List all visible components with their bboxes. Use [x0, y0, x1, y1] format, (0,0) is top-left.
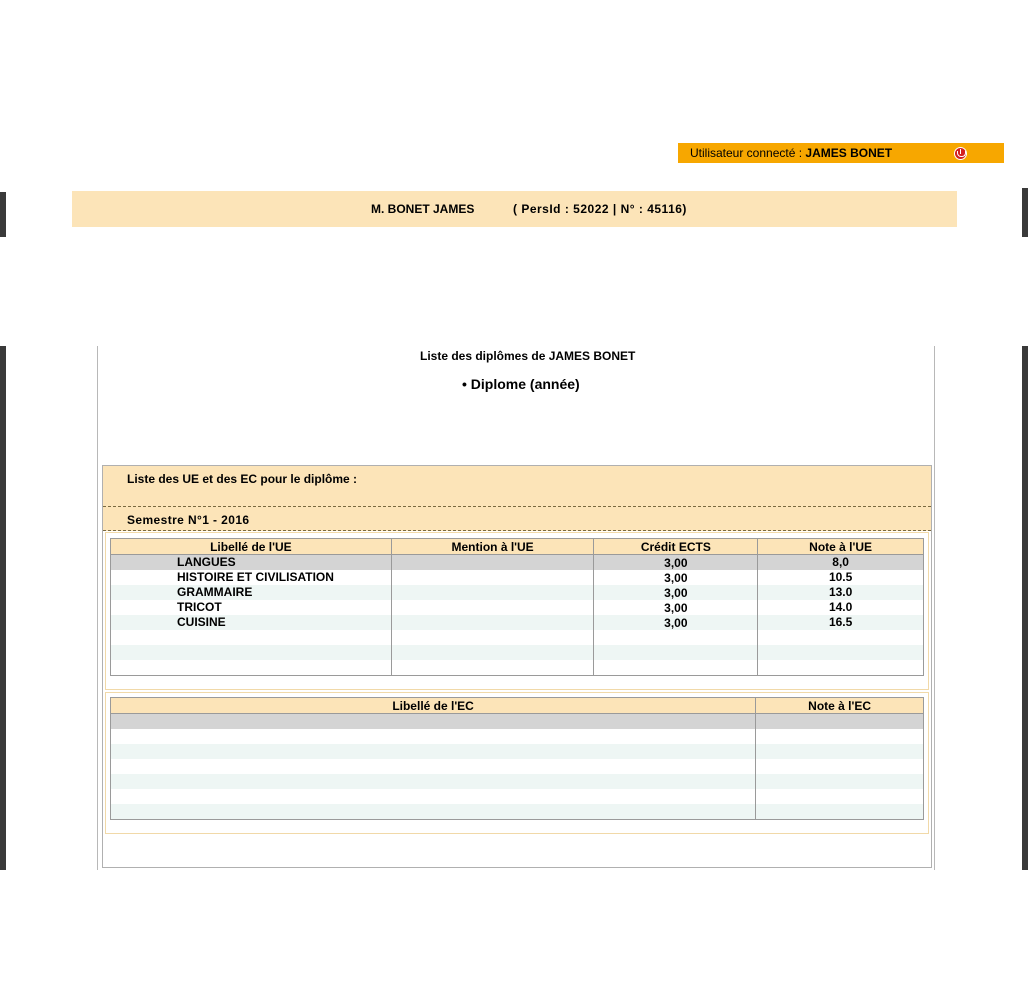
ue-note	[757, 630, 924, 645]
person-header: M. BONET JAMES ( PersId : 52022 | N° : 4…	[72, 191, 957, 227]
connected-user-name: JAMES BONET	[805, 146, 893, 160]
person-name: M. BONET JAMES	[371, 202, 475, 216]
table-row[interactable]	[110, 660, 924, 676]
table-row[interactable]	[109, 774, 924, 789]
table-row[interactable]	[109, 759, 924, 774]
table-row[interactable]	[109, 729, 924, 744]
ue-credit: 3,00	[593, 600, 759, 615]
page-title-prefix: Liste des diplômes de	[420, 349, 549, 363]
table-row[interactable]: CUISINE 3,00 16.5	[110, 615, 924, 630]
table-row[interactable]: LANGUES 3,00 8,0	[110, 554, 924, 570]
ue-note: 10.5	[757, 570, 924, 585]
section-header: Liste des UE et des EC pour le diplôme :	[103, 466, 931, 506]
ec-note	[755, 804, 924, 820]
ec-note	[755, 729, 924, 744]
connected-user-label: Utilisateur connecté :	[690, 146, 806, 160]
table-row[interactable]	[110, 645, 924, 660]
table-row[interactable]: HISTOIRE ET CIVILISATION 3,00 10.5	[110, 570, 924, 585]
ue-mention	[390, 585, 595, 600]
connected-user-text: Utilisateur connecté : JAMES BONET	[690, 143, 892, 163]
connected-user-bar: Utilisateur connecté : JAMES BONET	[678, 143, 1004, 163]
ec-note	[755, 789, 924, 804]
person-ids: ( PersId : 52022 | N° : 45116)	[513, 202, 687, 216]
page-title: Liste des diplômes de JAMES BONET	[420, 349, 635, 363]
ue-note: 8,0	[757, 554, 924, 570]
diploma-link[interactable]: • Diplome (année)	[462, 376, 580, 392]
ec-label	[109, 744, 757, 759]
ue-label: TRICOT	[110, 600, 392, 615]
ec-table: Libellé de l'EC Note à l'EC	[109, 697, 924, 820]
ue-label: LANGUES	[110, 554, 392, 570]
ec-col-note[interactable]: Note à l'EC	[755, 697, 924, 714]
ec-label	[109, 713, 757, 729]
ue-label	[110, 660, 392, 676]
ue-mention	[390, 660, 595, 676]
right-edge-bar	[1022, 346, 1028, 870]
ec-note	[755, 744, 924, 759]
table-row[interactable]	[109, 744, 924, 759]
table-row[interactable]: TRICOT 3,00 14.0	[110, 600, 924, 615]
ec-label	[109, 774, 757, 789]
table-row[interactable]: GRAMMAIRE 3,00 13.0	[110, 585, 924, 600]
table-row[interactable]	[109, 804, 924, 820]
ue-label: HISTOIRE ET CIVILISATION	[110, 570, 392, 585]
ue-mention	[390, 554, 595, 570]
left-edge-bar	[0, 346, 6, 870]
ue-note	[757, 645, 924, 660]
logout-icon[interactable]	[954, 147, 967, 160]
page-title-name: JAMES BONET	[548, 349, 636, 363]
table-row[interactable]	[110, 630, 924, 645]
ec-label	[109, 789, 757, 804]
ue-note	[757, 660, 924, 676]
semester-title: Semestre N°1 - 2016	[127, 513, 250, 527]
ec-label	[109, 759, 757, 774]
ec-label	[109, 729, 757, 744]
ue-mention	[390, 615, 595, 630]
ec-note	[755, 774, 924, 789]
ue-mention	[390, 600, 595, 615]
table-row[interactable]	[109, 789, 924, 804]
ue-credit: 3,00	[593, 554, 759, 570]
left-edge-bar	[0, 192, 6, 237]
semester-header: Semestre N°1 - 2016	[103, 506, 931, 531]
ue-credit: 3,00	[593, 585, 759, 600]
ue-table: Libellé de l'UE Mention à l'UE Crédit EC…	[110, 538, 924, 676]
ue-mention	[390, 645, 595, 660]
table-row[interactable]	[109, 713, 924, 729]
section-title: Liste des UE et des EC pour le diplôme :	[127, 472, 358, 486]
right-edge-bar	[1022, 188, 1028, 237]
ue-credit: 3,00	[593, 615, 759, 630]
ec-note	[755, 713, 924, 729]
ec-col-label[interactable]: Libellé de l'EC	[109, 697, 757, 714]
ue-mention	[390, 630, 595, 645]
ue-credit	[593, 645, 759, 660]
ue-label: GRAMMAIRE	[110, 585, 392, 600]
ec-note	[755, 759, 924, 774]
ue-col-note[interactable]: Note à l'UE	[757, 538, 924, 555]
ec-label	[109, 804, 757, 820]
ue-label	[110, 645, 392, 660]
ue-note: 14.0	[757, 600, 924, 615]
ue-col-mention[interactable]: Mention à l'UE	[390, 538, 595, 555]
ue-label: CUISINE	[110, 615, 392, 630]
ue-credit: 3,00	[593, 570, 759, 585]
ue-credit	[593, 660, 759, 676]
ue-col-credit[interactable]: Crédit ECTS	[593, 538, 759, 555]
ue-col-label[interactable]: Libellé de l'UE	[110, 538, 392, 555]
ue-credit	[593, 630, 759, 645]
ue-label	[110, 630, 392, 645]
ue-note: 13.0	[757, 585, 924, 600]
ue-mention	[390, 570, 595, 585]
ue-note: 16.5	[757, 615, 924, 630]
